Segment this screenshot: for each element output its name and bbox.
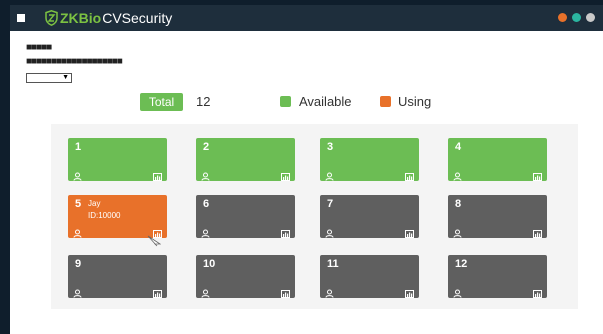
chevron-down-icon: ▼ <box>62 74 69 81</box>
chart-icon[interactable] <box>281 225 290 238</box>
brand-name: ZKBio <box>60 10 102 26</box>
chart-icon[interactable] <box>405 225 414 238</box>
station-tile-2[interactable]: 2 <box>196 138 295 181</box>
user-icon[interactable] <box>201 168 210 181</box>
menu-icon[interactable] <box>17 14 25 22</box>
station-number: 7 <box>327 198 334 210</box>
app-window: ZKBio CVSecurity ■■■■■ ■■■■■■■■■■■■■■■■■… <box>10 5 603 334</box>
station-tile-10[interactable]: 10 <box>196 255 295 298</box>
chart-icon[interactable] <box>533 285 542 298</box>
station-number: 1 <box>75 141 82 153</box>
chart-icon[interactable] <box>153 168 162 181</box>
station-user-id: ID:10000 <box>88 211 121 220</box>
user-icon[interactable] <box>73 285 82 298</box>
station-number: 6 <box>203 198 210 210</box>
product-name: CVSecurity <box>102 10 173 26</box>
user-icon[interactable] <box>325 285 334 298</box>
user-icon[interactable] <box>325 225 334 238</box>
title-bar: ZKBio CVSecurity <box>10 5 603 31</box>
chart-icon[interactable] <box>281 285 290 298</box>
user-icon[interactable] <box>453 225 462 238</box>
station-number: 5 <box>75 198 82 210</box>
legend-swatch-available <box>280 96 291 107</box>
station-number: 4 <box>455 141 462 153</box>
total-badge: Total <box>140 93 183 111</box>
masked-header-text: ■■■■■ <box>26 42 52 53</box>
station-number: 2 <box>203 141 210 153</box>
station-grid: 1 2 3 4 5 Jay ID:10000 6 7 8 9 10 11 12 <box>51 124 578 309</box>
station-number: 8 <box>455 198 462 210</box>
user-icon[interactable] <box>201 285 210 298</box>
window-dot-1[interactable] <box>558 13 567 22</box>
user-icon[interactable] <box>73 225 82 238</box>
chart-icon[interactable] <box>153 225 162 238</box>
user-icon[interactable] <box>201 225 210 238</box>
user-icon[interactable] <box>453 285 462 298</box>
station-tile-9[interactable]: 9 <box>68 255 167 298</box>
masked-subheader-text: ■■■■■■■■■■■■■■■■■■■ <box>26 56 123 67</box>
shield-icon <box>45 10 58 26</box>
station-tile-4[interactable]: 4 <box>448 138 547 181</box>
station-tile-1[interactable]: 1 <box>68 138 167 181</box>
station-tile-11[interactable]: 11 <box>320 255 419 298</box>
chart-icon[interactable] <box>405 285 414 298</box>
app-logo: ZKBio CVSecurity <box>45 10 172 26</box>
station-tile-7[interactable]: 7 <box>320 195 419 238</box>
station-number: 12 <box>455 258 468 270</box>
window-dot-2[interactable] <box>572 13 581 22</box>
chart-icon[interactable] <box>281 168 290 181</box>
station-number: 9 <box>75 258 82 270</box>
chart-icon[interactable] <box>405 168 414 181</box>
station-tile-6[interactable]: 6 <box>196 195 295 238</box>
legend-swatch-using <box>380 96 391 107</box>
user-icon[interactable] <box>73 168 82 181</box>
legend-label-using: Using <box>398 94 432 109</box>
chart-icon[interactable] <box>533 168 542 181</box>
station-tile-12[interactable]: 12 <box>448 255 547 298</box>
window-controls <box>558 13 595 22</box>
mouse-cursor-icon <box>147 235 161 247</box>
station-tile-3[interactable]: 3 <box>320 138 419 181</box>
user-icon[interactable] <box>325 168 334 181</box>
station-number: 10 <box>203 258 216 270</box>
filter-select[interactable]: ▼ <box>26 73 72 83</box>
station-user-name: Jay <box>88 199 101 208</box>
station-tile-5[interactable]: 5 Jay ID:10000 <box>68 195 167 238</box>
chart-icon[interactable] <box>533 225 542 238</box>
window-dot-3[interactable] <box>586 13 595 22</box>
legend-label-available: Available <box>299 94 352 109</box>
user-icon[interactable] <box>453 168 462 181</box>
station-number: 3 <box>327 141 334 153</box>
station-number: 11 <box>327 258 339 270</box>
station-tile-8[interactable]: 8 <box>448 195 547 238</box>
total-count: 12 <box>196 94 211 109</box>
chart-icon[interactable] <box>153 285 162 298</box>
